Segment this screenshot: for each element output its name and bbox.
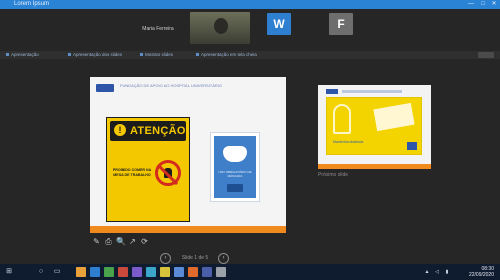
tab-label: Apresentação em tela cheia <box>201 52 257 57</box>
tab-dot-icon <box>68 53 71 57</box>
pointer-icon[interactable]: ↗ <box>128 237 137 247</box>
slide-header-text: FUNDAÇÃO DE APOIO AO HOSPITAL UNIVERSITÁ… <box>120 83 223 88</box>
next-slide-footer-bar <box>318 164 431 169</box>
tab-apresentacao[interactable]: Apresentação <box>6 52 39 58</box>
warning-text: PROIBIDO COMER NA MESA DE TRABALHO <box>112 168 152 177</box>
prev-slide-button[interactable]: ‹ <box>160 253 171 264</box>
person-icon <box>333 104 351 134</box>
next-slide-text: Mantenha distância <box>333 140 364 144</box>
institution-logo-icon <box>326 89 338 94</box>
taskbar-app-icon[interactable] <box>76 267 86 277</box>
meeting-area: Maria Ferreira W F Apresentação Apresent… <box>0 9 500 264</box>
card-graphic <box>373 102 415 132</box>
system-tray: ▲ ◁ ▮ 08:30 22/09/2020 <box>414 266 494 278</box>
windows-taskbar: ⊞ ○ ▭ ▲ ◁ ▮ 08:30 22/09/2020 <box>0 264 500 280</box>
tab-dot-icon <box>6 53 9 57</box>
clock-date[interactable]: 22/09/2020 <box>469 272 494 278</box>
slide-pager: ‹ Slide 1 de 5 › <box>160 253 230 264</box>
minimize-button[interactable]: — <box>466 0 476 9</box>
no-eating-icon <box>155 160 181 186</box>
participant-tile-2[interactable] <box>190 12 250 44</box>
next-slide-header <box>326 89 416 95</box>
tab-mostrar-slides[interactable]: Mostrar slides <box>140 52 173 58</box>
mask-sign-logo-icon <box>227 184 243 192</box>
task-view-icon[interactable]: ▭ <box>52 267 62 277</box>
participant-tile-3[interactable]: W <box>258 12 300 44</box>
network-icon[interactable]: ▲ <box>424 269 430 275</box>
taskbar-app-icon[interactable] <box>202 267 212 277</box>
institution-logo-icon <box>96 84 114 92</box>
tab-label: Apresentação dos slides <box>73 52 123 57</box>
taskbar-app-icon[interactable] <box>174 267 184 277</box>
pen-icon[interactable]: ✎ <box>92 237 101 247</box>
title-bar: Lorem Ipsum — □ ✕ <box>0 0 500 9</box>
taskbar-app-icon[interactable] <box>146 267 156 277</box>
warning-sign: ! ATENÇÃO PROIBIDO COMER NA MESA DE TRAB… <box>106 117 190 222</box>
tab-label: Mostrar slides <box>145 52 174 57</box>
taskbar-app-icon[interactable] <box>160 267 170 277</box>
taskbar-app-icon[interactable] <box>90 267 100 277</box>
poster-logo-icon <box>407 142 417 150</box>
maximize-button[interactable]: □ <box>478 0 488 9</box>
tab-label: Apresentação <box>11 52 39 57</box>
warning-header: ! ATENÇÃO <box>110 121 186 141</box>
participant-tile-4[interactable]: F <box>320 12 362 44</box>
participant-avatar: F <box>329 13 353 35</box>
refresh-icon[interactable]: ⟳ <box>140 237 149 247</box>
slide-counter: Slide 1 de 5 <box>181 255 209 261</box>
warning-title: ATENÇÃO <box>130 125 186 137</box>
exclamation-icon: ! <box>114 124 126 136</box>
taskbar-app-icon[interactable] <box>132 267 142 277</box>
tab-apresentacao-slides[interactable]: Apresentação dos slides <box>68 52 122 58</box>
header-text-bar <box>342 90 402 93</box>
battery-icon[interactable]: ▮ <box>444 269 450 275</box>
taskbar-app-icon[interactable] <box>216 267 226 277</box>
next-slide-button[interactable]: › <box>218 253 229 264</box>
taskbar-app-icon[interactable] <box>104 267 114 277</box>
search-icon[interactable]: ○ <box>36 267 46 277</box>
tab-dot-icon <box>140 53 143 57</box>
mask-panel: USO OBRIGATÓRIO DE MÁSCARA <box>214 136 256 198</box>
zoom-icon[interactable]: 🔍 <box>116 237 126 247</box>
mask-sign: USO OBRIGATÓRIO DE MÁSCARA <box>210 132 260 202</box>
next-slide-label: Próximo slide <box>318 172 349 178</box>
participant-tile-1[interactable]: Maria Ferreira <box>130 12 186 44</box>
print-icon[interactable]: ⎙ <box>104 237 113 247</box>
slide-tools: ✎ ⎙ 🔍 ↗ ⟳ <box>92 237 172 247</box>
start-icon[interactable]: ⊞ <box>4 267 14 277</box>
volume-icon[interactable]: ◁ <box>434 269 440 275</box>
slide-header: FUNDAÇÃO DE APOIO AO HOSPITAL UNIVERSITÁ… <box>96 83 276 95</box>
current-slide[interactable]: FUNDAÇÃO DE APOIO AO HOSPITAL UNIVERSITÁ… <box>90 77 286 233</box>
participant-name: Maria Ferreira <box>142 26 174 32</box>
share-toolbar: Apresentação Apresentação dos slides Mos… <box>0 51 500 59</box>
participant-silhouette <box>214 18 228 34</box>
window-title: Lorem Ipsum <box>14 1 50 7</box>
taskbar-app-icon[interactable] <box>118 267 128 277</box>
participants-strip: Maria Ferreira W F <box>0 9 500 47</box>
taskbar-app-icon[interactable] <box>188 267 198 277</box>
tab-tela-cheia[interactable]: Apresentação em tela cheia <box>196 52 257 58</box>
participant-avatar: W <box>267 13 291 35</box>
close-button[interactable]: ✕ <box>489 0 499 9</box>
mask-caption: USO OBRIGATÓRIO DE MÁSCARA <box>218 170 252 178</box>
slide-footer-bar <box>90 226 286 233</box>
next-slide-poster: Mantenha distância <box>326 97 422 155</box>
face-mask-icon <box>223 146 247 162</box>
tab-dot-icon <box>196 53 199 57</box>
next-slide-preview[interactable]: Mantenha distância <box>318 85 431 169</box>
strip-menu-button[interactable] <box>478 52 494 58</box>
